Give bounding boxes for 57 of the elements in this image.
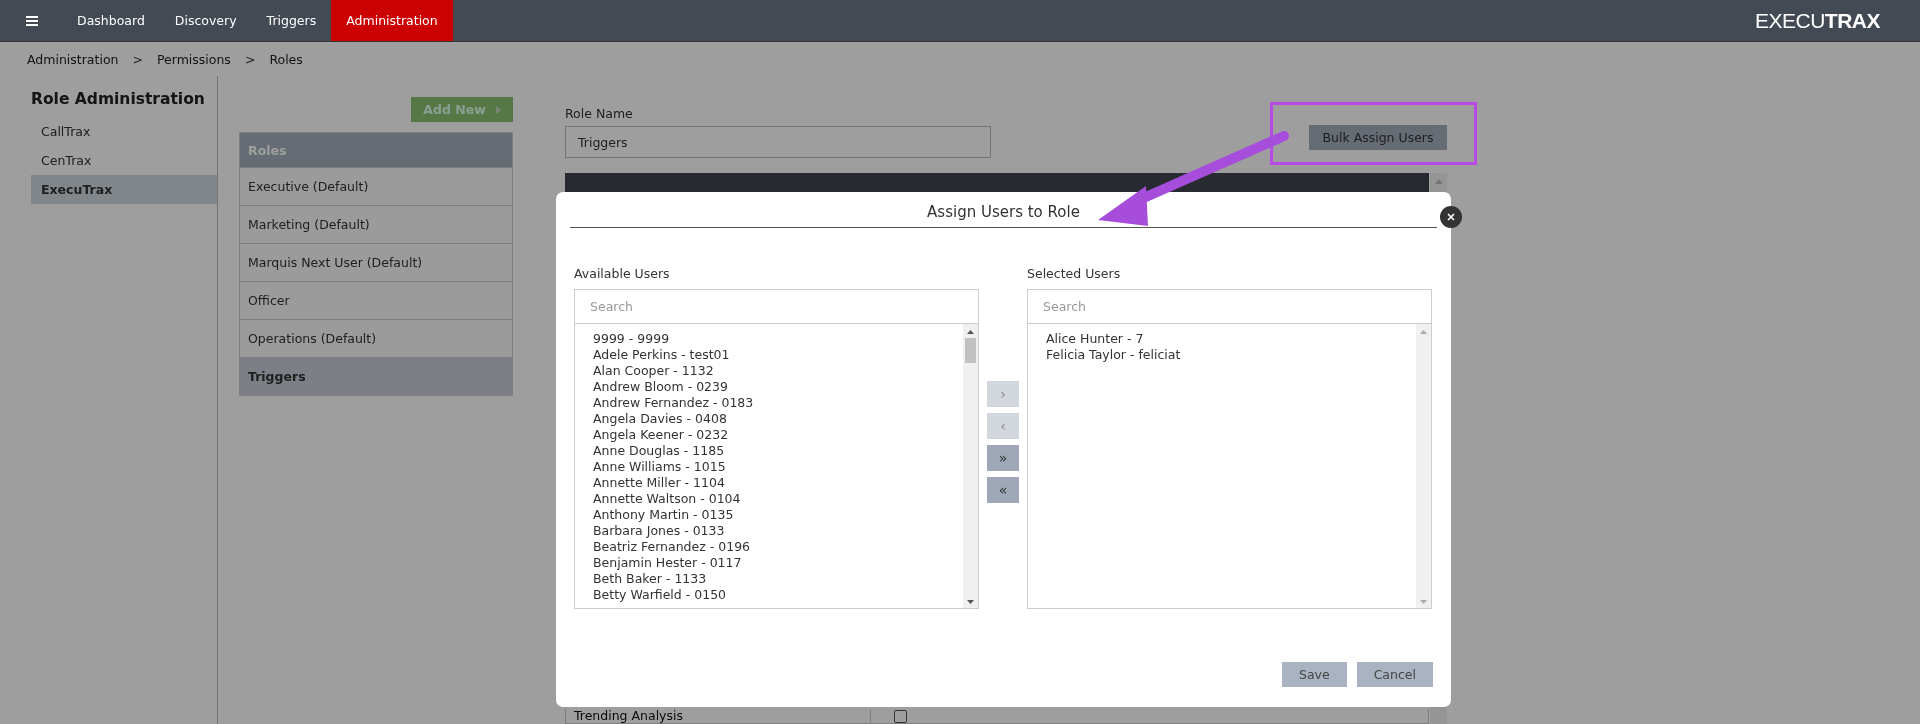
role-item[interactable]: Triggers (240, 357, 512, 395)
scroll-up-icon (1434, 179, 1443, 184)
modal-title: Assign Users to Role (570, 192, 1437, 228)
scroll-up-icon (1420, 330, 1427, 334)
scroll-down-icon (1420, 600, 1427, 604)
dialog-button[interactable]: Cancel (1356, 662, 1433, 687)
breadcrumb-link[interactable]: Roles (269, 51, 303, 67)
nav-tab[interactable]: Discovery (159, 0, 252, 41)
sidebar-title: Role Administration (31, 90, 206, 108)
list-item[interactable]: Betty Warfield - 0150 (593, 587, 963, 603)
sidebar-item[interactable]: CenTrax (31, 146, 217, 175)
scroll-up-icon (967, 330, 974, 334)
list-item[interactable]: Andrew Fernandez - 0183 (593, 395, 963, 411)
list-item[interactable]: 9999 - 9999 (593, 331, 963, 347)
panel-header: Roles (240, 133, 512, 167)
close-icon (1447, 213, 1455, 221)
list-item[interactable]: Anne Douglas - 1185 (593, 443, 963, 459)
breadcrumb-separator: > (243, 51, 257, 67)
checkbox[interactable] (894, 710, 907, 723)
list-item[interactable]: Anne Williams - 1015 (593, 459, 963, 475)
scroll-down-icon (967, 600, 974, 604)
list-item[interactable]: Alan Cooper - 1132 (593, 363, 963, 379)
list-label: Selected Users (1027, 266, 1122, 281)
list-item[interactable]: Anthony Martin - 0135 (593, 507, 963, 523)
nav-tab[interactable]: Triggers (251, 0, 332, 41)
nav-tab[interactable]: Administration (331, 0, 453, 41)
scroll-thumb[interactable] (965, 338, 976, 363)
list-item[interactable]: Felicia Taylor - feliciat (1046, 347, 1416, 363)
move-button[interactable]: « (987, 477, 1019, 503)
list-item[interactable]: Barbara Jones - 0133 (593, 523, 963, 539)
list-item[interactable]: Beatriz Fernandez - 0196 (593, 539, 963, 555)
logo: EXECUTRAX (1754, 8, 1880, 33)
list-item[interactable]: Andrew Bloom - 0239 (593, 379, 963, 395)
search-field[interactable]: Search (1027, 289, 1432, 324)
breadcrumb-separator: > (131, 51, 144, 67)
nav-tab[interactable]: Dashboard (62, 0, 160, 41)
list-label: Available Users (574, 266, 671, 281)
dialog-button[interactable]: Save (1281, 662, 1347, 687)
field-label: Role Name (565, 106, 634, 121)
sidebar-item[interactable]: ExecuTrax (31, 175, 217, 204)
table-cell-text: Trending Analysis (573, 709, 684, 723)
close-button[interactable] (1440, 206, 1462, 228)
caret-icon (495, 105, 501, 114)
breadcrumb-link[interactable]: Administration (27, 51, 119, 67)
list-item[interactable]: Alice Hunter - 7 (1046, 331, 1416, 347)
list-item[interactable]: Adele Perkins - test01 (593, 347, 963, 363)
list-item[interactable]: Beth Baker - 1133 (593, 571, 963, 587)
list-item[interactable]: Angela Keener - 0232 (593, 427, 963, 443)
list-item[interactable]: Annette Miller - 1104 (593, 475, 963, 491)
list-item[interactable]: Annette Waltson - 0104 (593, 491, 963, 507)
sidebar-item[interactable]: CallTrax (31, 117, 217, 146)
list-item[interactable]: Angela Davies - 0408 (593, 411, 963, 427)
breadcrumb-link[interactable]: Permissions (156, 51, 231, 67)
search-field[interactable]: Search (574, 289, 979, 324)
role-name-field[interactable]: Triggers (565, 126, 991, 158)
move-button[interactable]: » (987, 445, 1019, 471)
list-item[interactable]: Benjamin Hester - 0117 (593, 555, 963, 571)
